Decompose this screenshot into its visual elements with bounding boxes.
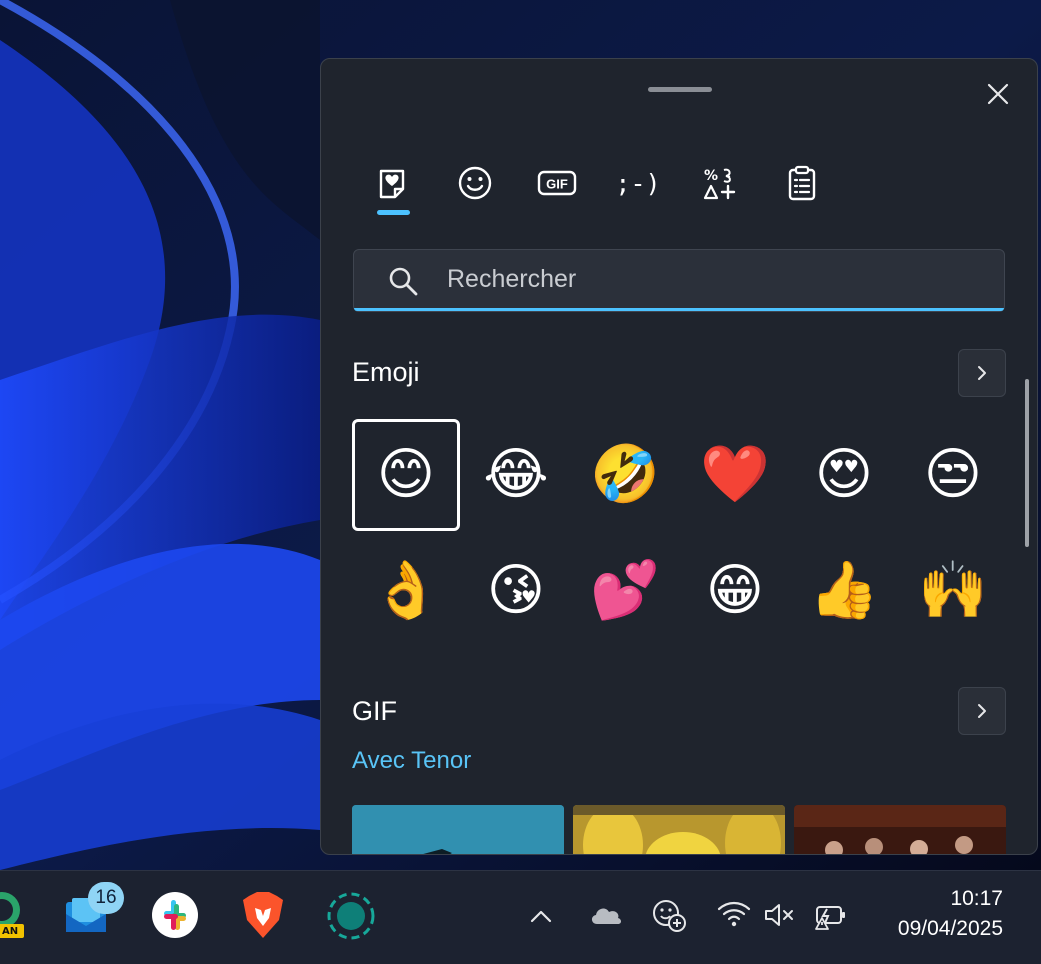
gif-thumbnail[interactable]	[352, 805, 564, 854]
wifi-tray[interactable]	[716, 898, 752, 930]
kaomoji-icon: ;-)	[615, 168, 661, 198]
emoji-item[interactable]: 😁	[681, 535, 789, 647]
record-icon	[327, 892, 375, 940]
tenor-link[interactable]: Avec Tenor	[352, 747, 471, 775]
search-icon	[389, 267, 418, 296]
taskbar-slack-app[interactable]	[151, 891, 199, 939]
volume-muted-icon	[765, 904, 793, 926]
emoji-item[interactable]: 😍	[790, 419, 898, 531]
tab-emoji[interactable]	[440, 153, 510, 213]
emoji-more-button[interactable]	[958, 349, 1006, 397]
emoji-item[interactable]: 😂	[462, 419, 570, 531]
taskbar-recording-app[interactable]	[325, 890, 377, 942]
taskbar-clock[interactable]: 10:17 09/04/2025	[898, 884, 1003, 944]
emoji-item[interactable]: ❤️	[681, 419, 789, 531]
taskbar-app-partial[interactable]: AN	[0, 888, 26, 940]
svg-text:%: %	[704, 168, 718, 184]
emoji-item[interactable]: 👌	[352, 535, 460, 647]
close-button[interactable]	[981, 77, 1015, 111]
gif-more-button[interactable]	[958, 687, 1006, 735]
search-placeholder: Rechercher	[447, 265, 577, 293]
symbols-icon: %	[703, 168, 736, 200]
emoji-panel: GIF ;-) % Rechercher Emoji 😊 😂 🤣 ❤️ 😍 😒 …	[320, 58, 1038, 855]
search-focus-underline	[354, 308, 1004, 311]
clock-date: 09/04/2025	[897, 917, 1003, 940]
emoji-item[interactable]: 💕	[571, 535, 679, 647]
tab-kaomoji[interactable]: ;-)	[603, 153, 673, 213]
tab-symbols[interactable]: %	[685, 153, 755, 213]
drag-handle[interactable]	[648, 87, 712, 92]
emoji-item[interactable]: 😊	[352, 419, 460, 531]
search-input[interactable]: Rechercher	[353, 249, 1005, 312]
onedrive-tray[interactable]	[588, 900, 624, 930]
show-hidden-icons-button[interactable]	[527, 902, 555, 930]
emoji-tray-button[interactable]	[650, 897, 688, 933]
emoji-item[interactable]: 😘	[462, 535, 570, 647]
wifi-icon	[717, 901, 751, 927]
tab-clipboard[interactable]	[767, 153, 837, 213]
scrollbar[interactable]	[1025, 379, 1029, 547]
gif-section-title: GIF	[352, 696, 397, 726]
emoji-item[interactable]: 😒	[899, 419, 1007, 531]
gif-icon: GIF	[537, 170, 577, 196]
emoji-add-icon	[653, 900, 686, 932]
gif-thumbnail[interactable]	[794, 805, 1006, 854]
tab-gif[interactable]: GIF	[522, 153, 592, 213]
gif-thumbnail[interactable]	[573, 805, 785, 854]
app-label: AN	[2, 926, 19, 937]
battery-warning-icon	[815, 906, 845, 930]
clipboard-icon	[788, 165, 816, 201]
emoji-item[interactable]: 🤣	[571, 419, 679, 531]
emoji-item[interactable]: 🙌	[899, 535, 1007, 647]
svg-text:GIF: GIF	[546, 177, 568, 192]
chevron-right-icon	[978, 366, 986, 380]
tab-favorites[interactable]	[357, 153, 427, 213]
clock-time: 10:17	[950, 887, 1003, 910]
brave-lion-icon	[243, 892, 283, 938]
smiley-icon	[458, 166, 492, 200]
slack-icon	[152, 892, 198, 938]
taskbar-brave-browser[interactable]	[240, 889, 286, 941]
close-icon	[987, 83, 1009, 105]
notification-badge: 16	[88, 882, 124, 914]
battery-tray[interactable]	[812, 898, 850, 932]
emoji-item[interactable]: 👍	[790, 535, 898, 647]
volume-tray[interactable]	[762, 899, 798, 931]
cloud-icon	[591, 908, 621, 924]
emoji-section-title: Emoji	[352, 357, 420, 387]
active-tab-indicator	[377, 210, 410, 215]
heart-note-icon	[379, 169, 405, 199]
chevron-right-icon	[978, 704, 986, 718]
chevron-up-icon	[530, 910, 552, 923]
